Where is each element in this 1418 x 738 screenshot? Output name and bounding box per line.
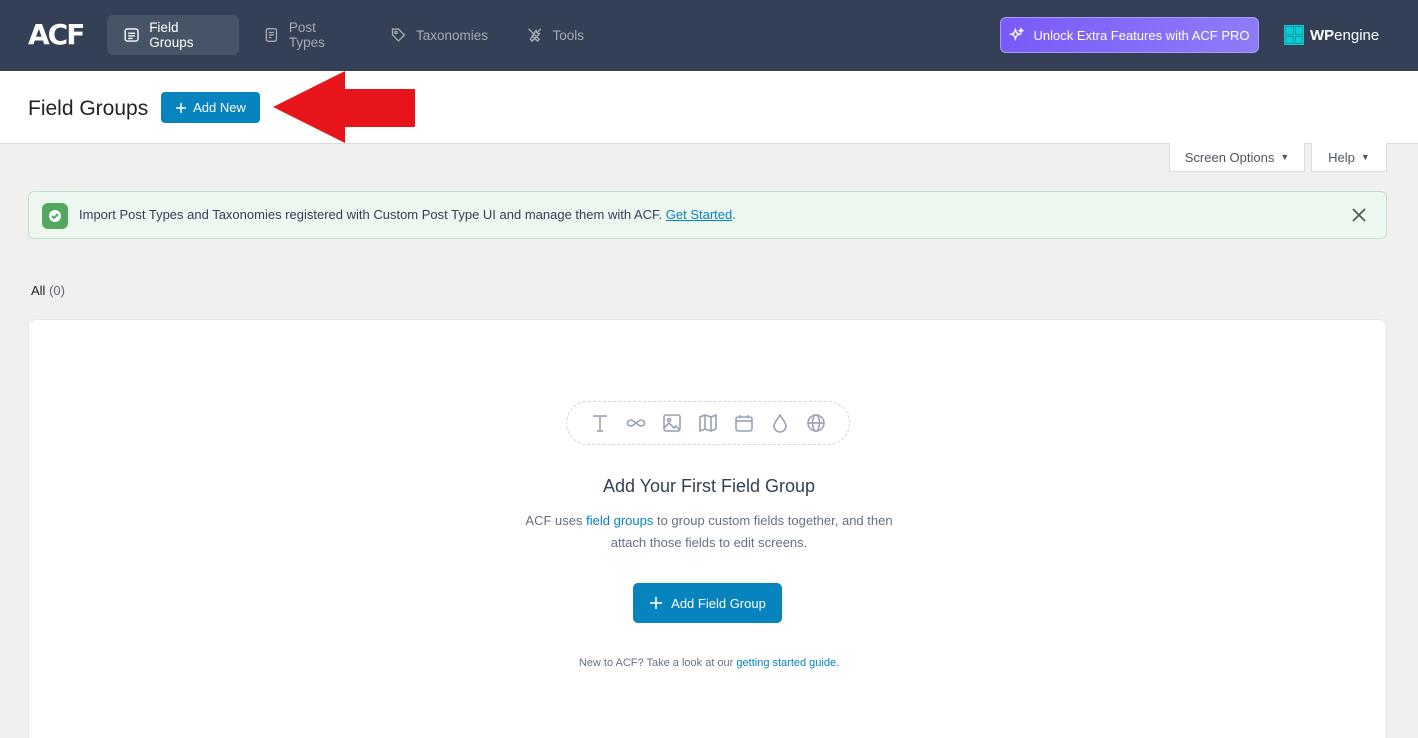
add-field-group-label: Add Field Group (671, 595, 766, 611)
add-field-group-button[interactable]: Add Field Group (633, 583, 782, 623)
notice-tail: . (732, 207, 736, 222)
notice-message: Import Post Types and Taxonomies registe… (79, 207, 663, 222)
guide-pre: New to ACF? Take a look at our (578, 657, 734, 669)
wpengine-bold: WP (1310, 26, 1335, 44)
caret-down-icon: ▼ (1280, 152, 1290, 162)
add-new-button[interactable]: Add New (161, 92, 260, 123)
text-icon (593, 415, 607, 432)
screen-options-button[interactable]: Screen Options ▼ (1169, 143, 1305, 172)
getting-started-note: New to ACF? Take a look at our getting s… (0, 657, 1418, 669)
nav-tools-label: Tools (552, 27, 584, 43)
acf-logo[interactable]: ACF (28, 21, 85, 49)
calendar-icon (735, 415, 753, 432)
nav-taxonomies[interactable]: Taxonomies (374, 15, 504, 55)
guide-post: . (836, 657, 840, 669)
infinity-icon (626, 419, 646, 427)
plus-icon (176, 102, 187, 113)
caret-down-icon: ▼ (1360, 152, 1370, 162)
filter-all-label: All (31, 283, 46, 298)
sparkle-icon (1009, 27, 1026, 41)
success-notice: Import Post Types and Taxonomies registe… (28, 191, 1387, 239)
getting-started-link[interactable]: getting started guide (736, 657, 836, 669)
nav-field-groups[interactable]: Field Groups (107, 15, 239, 55)
empty-state-title: Add Your First Field Group (602, 476, 816, 496)
nav-post-types-label: Post Types (288, 20, 325, 50)
droplet-icon (773, 413, 787, 433)
annotation-arrow-icon (273, 71, 415, 143)
tools-icon (528, 28, 542, 43)
field-groups-link[interactable]: field groups (586, 513, 653, 528)
wpengine-logo[interactable]: WPengine (1284, 24, 1379, 46)
nav-taxonomies-label: Taxonomies (415, 27, 488, 43)
wpengine-rest: engine (1334, 26, 1380, 44)
add-new-label: Add New (193, 100, 246, 115)
filter-all[interactable]: All (0) (31, 283, 65, 298)
help-button[interactable]: Help ▼ (1311, 143, 1387, 172)
field-types-icons (566, 401, 850, 445)
nav-tools[interactable]: Tools (510, 15, 600, 55)
tag-icon (391, 28, 406, 42)
globe-icon (807, 414, 825, 432)
help-label: Help (1328, 149, 1355, 165)
image-icon (663, 414, 681, 432)
page-title: Field Groups (28, 97, 149, 120)
unlock-pro-label: Unlock Extra Features with ACF PRO (1033, 27, 1250, 43)
desc-post: to group custom fields together, and the… (610, 513, 893, 550)
unlock-pro-button[interactable]: Unlock Extra Features with ACF PRO (1000, 17, 1259, 53)
check-icon (42, 203, 68, 229)
desc-pre: ACF uses (525, 513, 583, 528)
notice-text: Import Post Types and Taxonomies registe… (79, 207, 736, 223)
document-icon (265, 28, 278, 42)
filter-all-count: (0) (49, 283, 65, 298)
wpengine-mark-icon (1284, 25, 1304, 45)
list-icon (124, 28, 139, 42)
plus-icon (650, 597, 663, 609)
nav-post-types[interactable]: Post Types (247, 15, 367, 55)
map-icon (699, 413, 717, 433)
get-started-link[interactable]: Get Started (666, 207, 732, 222)
top-nav-bar: ACF Field Groups Post Types Taxonomies T… (0, 0, 1418, 71)
close-icon[interactable] (1350, 206, 1368, 224)
screen-options-label: Screen Options (1184, 149, 1275, 165)
empty-state-description: ACF uses field groups to group custom fi… (509, 510, 909, 554)
nav-field-groups-label: Field Groups (149, 20, 194, 50)
